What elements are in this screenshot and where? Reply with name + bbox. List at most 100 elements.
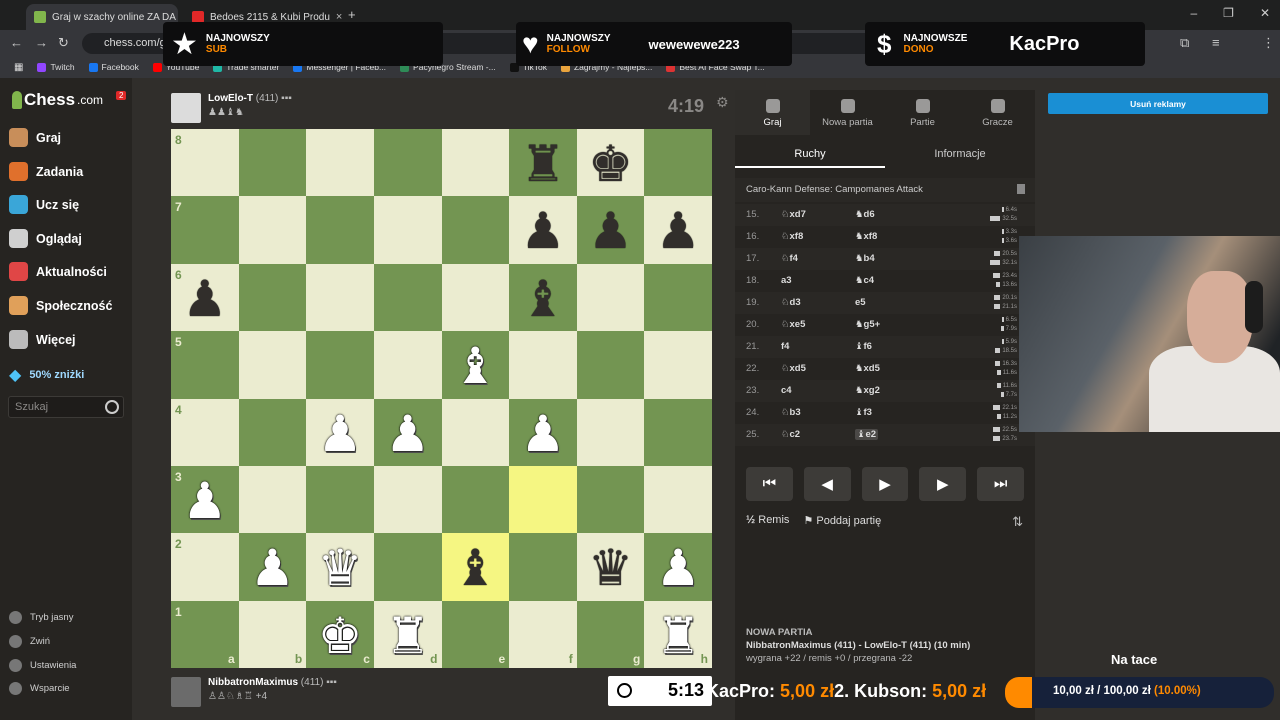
white-move[interactable]: ♘xe5 xyxy=(781,319,805,330)
white-move[interactable]: ♘xf8 xyxy=(781,231,803,242)
white-move[interactable]: c4 xyxy=(781,385,792,396)
notification-badge[interactable]: 2 xyxy=(116,91,127,100)
white-pawn-icon[interactable]: ♟ xyxy=(182,476,227,526)
back-icon[interactable]: ← xyxy=(10,35,23,50)
white-rook-icon[interactable]: ♜ xyxy=(656,611,701,661)
move-list[interactable]: 15. ♘xd7 ♞d6 6.4s 32.5s 16. ♘xf8 ♞xf8 3.3s 3.6s 17… xyxy=(735,204,1035,456)
black-move[interactable]: ♞xf8 xyxy=(855,231,877,242)
square-h6[interactable] xyxy=(644,263,712,332)
black-move[interactable]: e5 xyxy=(855,297,866,308)
square-a2[interactable]: 2 xyxy=(171,533,239,601)
square-b6[interactable] xyxy=(238,263,307,332)
square-f5[interactable] xyxy=(509,331,577,399)
square-e5[interactable]: ♝ xyxy=(441,331,510,399)
square-a3[interactable]: 3 ♟ xyxy=(171,465,239,534)
square-c6[interactable] xyxy=(306,263,374,332)
square-f1[interactable]: f xyxy=(509,600,577,668)
chess-board[interactable]: 8 ♜ ♚ 7 ♟ ♟ ♟ 6 ♟ ♝ 5 ♝ 4 ♟ ♟ ♟ 3 ♟ 2 ♟ ♛ ♝ ♛ ♟ 1 a b c ♚ d ♜ e f g h ♜ xyxy=(171,129,712,668)
black-pawn-icon[interactable]: ♟ xyxy=(656,206,701,256)
forward-icon[interactable]: → xyxy=(35,35,48,50)
tab-info[interactable]: Informacje xyxy=(885,140,1035,168)
square-d1[interactable]: d ♜ xyxy=(373,600,442,668)
square-c8[interactable] xyxy=(306,129,374,197)
black-move[interactable]: ♞c4 xyxy=(855,275,874,286)
menu-icon[interactable]: ⋮ xyxy=(1262,35,1275,51)
black-rook-icon[interactable]: ♜ xyxy=(521,139,566,189)
white-pawn-icon[interactable]: ♟ xyxy=(250,543,295,593)
panel-tab[interactable]: Partie xyxy=(885,90,960,135)
square-e6[interactable] xyxy=(441,263,510,332)
square-e7[interactable] xyxy=(441,196,510,264)
square-g7[interactable]: ♟ xyxy=(576,196,645,264)
square-h2[interactable]: ♟ xyxy=(644,533,712,601)
square-h1[interactable]: h ♜ xyxy=(644,600,712,668)
black-pawn-icon[interactable]: ♟ xyxy=(182,274,227,324)
book-icon[interactable] xyxy=(1017,184,1025,194)
square-c2[interactable]: ♛ xyxy=(306,533,374,601)
square-c3[interactable] xyxy=(306,465,374,534)
white-move[interactable]: f4 xyxy=(781,341,789,352)
minimize-icon[interactable]: – xyxy=(1190,6,1197,20)
square-b2[interactable]: ♟ xyxy=(238,533,307,601)
sidebar-bottom-item[interactable]: Wsparcie xyxy=(9,682,70,695)
search-icon[interactable] xyxy=(105,400,119,414)
square-f4[interactable]: ♟ xyxy=(509,398,577,466)
square-c1[interactable]: c ♚ xyxy=(306,600,374,668)
black-move[interactable]: ♝e2 xyxy=(855,429,879,440)
white-move[interactable]: ♘xd5 xyxy=(781,363,806,374)
chesscom-logo[interactable]: Chess .com xyxy=(12,90,103,110)
remove-ads-button[interactable]: Usuń reklamy xyxy=(1048,93,1268,114)
search-input[interactable]: Szukaj xyxy=(8,396,124,418)
browser-tab-chess[interactable]: Graj w szachy online ZA DA × xyxy=(26,4,178,30)
sidebar-item-zadania[interactable]: Zadania xyxy=(9,162,83,181)
sidebar-item-graj[interactable]: Graj xyxy=(9,128,61,147)
square-g3[interactable] xyxy=(576,465,645,534)
prev-move-button[interactable]: ◀ xyxy=(803,467,851,501)
square-g5[interactable] xyxy=(576,331,645,399)
black-move[interactable]: ♞xd5 xyxy=(855,363,880,374)
white-rook-icon[interactable]: ♜ xyxy=(385,611,430,661)
square-e2[interactable]: ♝ xyxy=(441,533,510,601)
square-e3[interactable] xyxy=(441,465,510,534)
sidebar-item-więcej[interactable]: Więcej xyxy=(9,330,76,349)
square-a5[interactable]: 5 xyxy=(171,331,239,399)
player-name[interactable]: LowElo-T xyxy=(208,93,253,104)
black-move[interactable]: ♞xg2 xyxy=(855,385,880,396)
square-c4[interactable]: ♟ xyxy=(306,398,374,466)
bookmark-item[interactable]: Facebook xyxy=(88,62,139,72)
white-bishop-icon[interactable]: ♝ xyxy=(453,341,498,391)
sidebar-bottom-item[interactable]: Ustawienia xyxy=(9,659,76,672)
square-g6[interactable] xyxy=(576,263,645,332)
square-h5[interactable] xyxy=(644,331,712,399)
square-e1[interactable]: e xyxy=(441,600,510,668)
square-f7[interactable]: ♟ xyxy=(509,196,577,264)
square-a7[interactable]: 7 xyxy=(171,196,239,264)
square-b1[interactable]: b xyxy=(238,600,307,668)
square-c7[interactable] xyxy=(306,196,374,264)
avatar[interactable] xyxy=(171,93,201,123)
square-b7[interactable] xyxy=(238,196,307,264)
resign-button[interactable]: ⚑ Poddaj partię xyxy=(803,514,881,527)
black-pawn-icon[interactable]: ♟ xyxy=(588,206,633,256)
square-d4[interactable]: ♟ xyxy=(373,398,442,466)
square-f2[interactable] xyxy=(509,533,577,601)
sidebar-bottom-item[interactable]: Zwiń xyxy=(9,635,50,648)
draw-button[interactable]: ½ Remis xyxy=(746,514,789,527)
white-move[interactable]: a3 xyxy=(781,275,792,286)
panel-tab[interactable]: Gracze xyxy=(960,90,1035,135)
white-pawn-icon[interactable]: ♟ xyxy=(656,543,701,593)
square-d8[interactable] xyxy=(373,129,442,197)
white-move[interactable]: ♘b3 xyxy=(781,407,801,418)
panel-tab[interactable]: Nowa partia xyxy=(810,90,885,135)
player-name[interactable]: NibbatronMaximus xyxy=(208,677,298,688)
black-pawn-icon[interactable]: ♟ xyxy=(521,206,566,256)
square-a4[interactable]: 4 xyxy=(171,398,239,466)
black-bishop-icon[interactable]: ♝ xyxy=(521,274,566,324)
square-g1[interactable]: g xyxy=(576,600,645,668)
square-e8[interactable] xyxy=(441,129,510,197)
square-a1[interactable]: 1a xyxy=(171,600,239,668)
square-e4[interactable] xyxy=(441,398,510,466)
square-b3[interactable] xyxy=(238,465,307,534)
square-g8[interactable]: ♚ xyxy=(576,129,645,197)
sidebar-item-oglądaj[interactable]: Oglądaj xyxy=(9,229,82,248)
